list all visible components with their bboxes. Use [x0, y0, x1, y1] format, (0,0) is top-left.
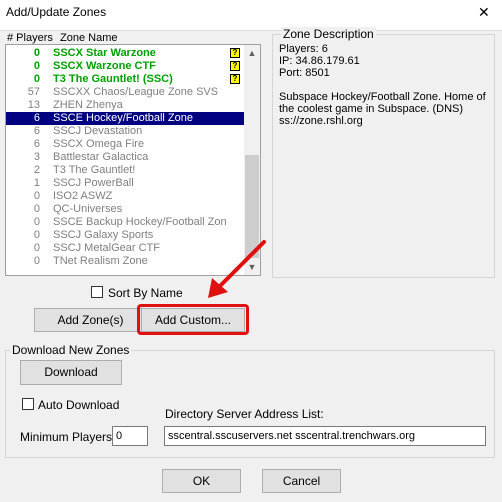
annotation-arrow-icon: [208, 240, 266, 298]
zone-name: SSCJ MetalGear CTF: [53, 242, 160, 254]
zone-list-row[interactable]: 6 SSCE Hockey/Football Zone: [6, 112, 246, 125]
zone-list-row[interactable]: 2 T3 The Gauntlet!: [6, 164, 246, 177]
zone-player-count: 0: [33, 255, 40, 267]
zone-players: Players: 6: [279, 43, 328, 55]
zone-list-row[interactable]: 57 SSCXX Chaos/League Zone SVS: [6, 86, 246, 99]
warning-icon: ?: [230, 74, 240, 84]
close-icon[interactable]: ✕: [478, 4, 490, 21]
sort-by-name-label: Sort By Name: [108, 286, 183, 300]
min-players-label: Minimum Players:: [20, 430, 116, 444]
warning-icon: ?: [230, 48, 240, 58]
zone-list-row[interactable]: 0 T3 The Gauntlet! (SSC)?: [6, 73, 246, 86]
zone-name: SSCE Hockey/Football Zone: [53, 112, 194, 124]
directory-server-label: Directory Server Address List:: [165, 407, 324, 421]
sort-by-name-checkbox[interactable]: [91, 286, 103, 298]
zone-list-row[interactable]: 0 SSCE Backup Hockey/Football Zon: [6, 216, 246, 229]
zone-player-count: 0: [33, 47, 40, 59]
scroll-up-icon[interactable]: ▲: [244, 45, 260, 61]
zone-player-count: 6: [33, 112, 40, 124]
zone-description-text: Players: 6 IP: 34.86.179.61 Port: 8501 S…: [279, 43, 487, 127]
zone-name: SSCX Omega Fire: [53, 138, 145, 150]
zone-name: T3 The Gauntlet!: [53, 164, 136, 176]
zone-name: SSCXX Chaos/League Zone SVS: [53, 86, 219, 98]
window-title: Add/Update Zones: [6, 5, 107, 19]
zone-player-count: 0: [33, 73, 40, 85]
zone-player-count: 6: [33, 125, 40, 137]
zone-player-count: 6: [33, 138, 40, 150]
title-divider: [0, 30, 502, 31]
zone-player-count: 0: [33, 203, 40, 215]
zone-name: ISO2 ASWZ: [53, 190, 113, 202]
zone-name-column-header: Zone Name: [60, 32, 118, 44]
zone-player-count: 0: [33, 216, 40, 228]
players-column-header: # Players: [7, 32, 53, 44]
zone-player-count: 57: [27, 86, 40, 98]
zone-name: QC-Universes: [53, 203, 123, 215]
zone-player-count: 0: [33, 242, 40, 254]
zone-list-row[interactable]: 0 QC-Universes: [6, 203, 246, 216]
add-zones-button[interactable]: Add Zone(s): [34, 308, 147, 332]
directory-server-input[interactable]: sscentral.sscuservers.net sscentral.tren…: [164, 426, 486, 446]
zone-player-count: 0: [33, 190, 40, 202]
zone-list-row[interactable]: 0 SSCX Star Warzone?: [6, 47, 246, 60]
zone-list-row[interactable]: 0 SSCX Warzone CTF?: [6, 60, 246, 73]
zone-ip: IP: 34.86.179.61: [279, 55, 360, 67]
zone-name: SSCX Warzone CTF: [53, 60, 156, 72]
zone-list-row[interactable]: 6 SSCJ Devastation: [6, 125, 246, 138]
zone-name: SSCX Star Warzone: [53, 47, 156, 59]
zone-name: SSCE Backup Hockey/Football Zon: [53, 216, 227, 228]
zone-description-body: Subspace Hockey/Football Zone. Home of t…: [279, 91, 486, 127]
ok-button[interactable]: OK: [162, 469, 241, 493]
zone-list-row[interactable]: 13 ZHEN Zhenya: [6, 99, 246, 112]
warning-icon: ?: [230, 61, 240, 71]
zone-description-title: Zone Description: [281, 27, 376, 41]
min-players-input[interactable]: 0: [112, 426, 148, 446]
zone-player-count: 3: [33, 151, 40, 163]
zone-name: ZHEN Zhenya: [53, 99, 123, 111]
zone-name: Battlestar Galactica: [53, 151, 149, 163]
zone-list-row[interactable]: 0 ISO2 ASWZ: [6, 190, 246, 203]
zone-name: T3 The Gauntlet! (SSC): [53, 73, 173, 85]
download-group-title: Download New Zones: [10, 343, 132, 357]
zone-player-count: 2: [33, 164, 40, 176]
zone-player-count: 0: [33, 60, 40, 72]
zone-player-count: 1: [33, 177, 40, 189]
download-button[interactable]: Download: [20, 360, 122, 385]
auto-download-label: Auto Download: [38, 398, 120, 412]
zone-list-row[interactable]: 6 SSCX Omega Fire: [6, 138, 246, 151]
zone-player-count: 13: [27, 99, 40, 111]
zone-list-row[interactable]: 1 SSCJ PowerBall: [6, 177, 246, 190]
zone-port: Port: 8501: [279, 67, 330, 79]
zone-name: SSCJ Devastation: [53, 125, 143, 137]
zone-name: SSCJ Galaxy Sports: [53, 229, 154, 241]
zone-list-row[interactable]: 3 Battlestar Galactica: [6, 151, 246, 164]
cancel-button[interactable]: Cancel: [262, 469, 341, 493]
highlight-box: [137, 304, 249, 335]
zone-player-count: 0: [33, 229, 40, 241]
zone-name: SSCJ PowerBall: [53, 177, 134, 189]
zone-name: TNet Realism Zone: [53, 255, 148, 267]
auto-download-checkbox[interactable]: [22, 398, 34, 410]
